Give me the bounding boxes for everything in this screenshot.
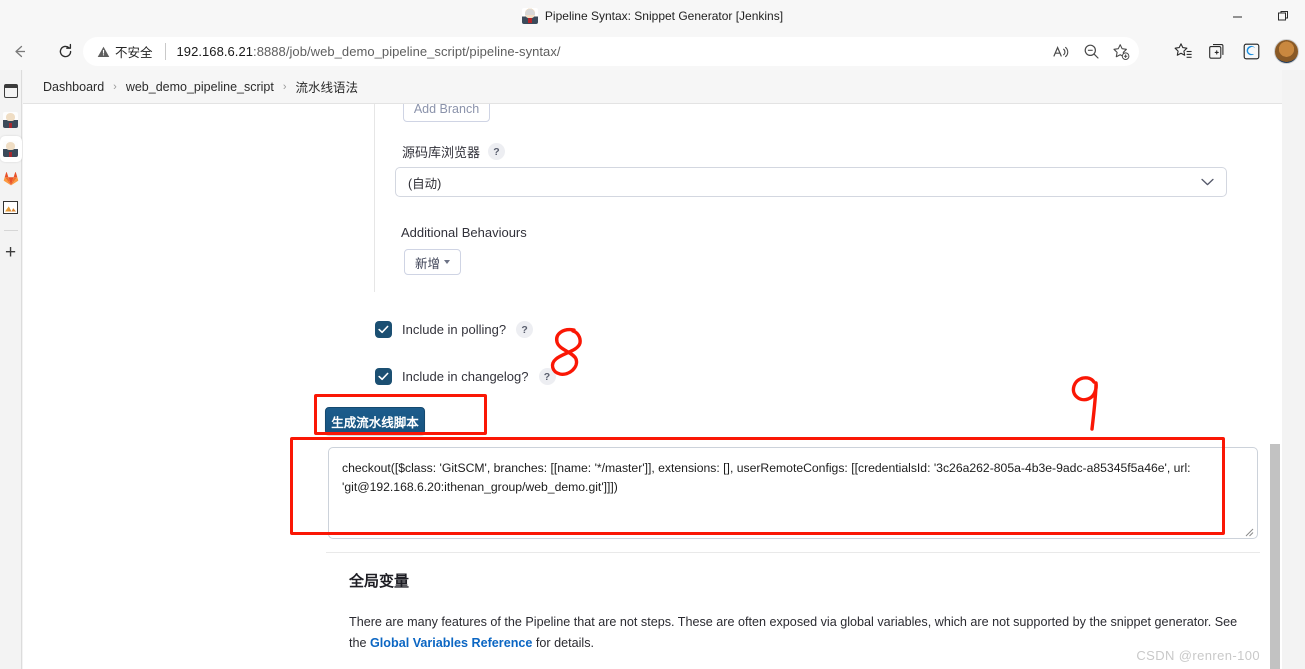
- refresh-button[interactable]: [50, 36, 80, 66]
- repo-browser-value: (自动): [408, 176, 442, 191]
- add-favorite-icon[interactable]: [1107, 39, 1135, 64]
- url-text: 192.168.6.21:8888/job/web_demo_pipeline_…: [177, 44, 561, 59]
- add-behaviour-label: 新增: [414, 256, 440, 271]
- include-in-polling-label: Include in polling?: [402, 322, 507, 337]
- repo-browser-select[interactable]: (自动): [395, 167, 1227, 197]
- restore-button[interactable]: [1260, 0, 1305, 32]
- add-tab-button[interactable]: +: [2, 243, 20, 262]
- url-host: 192.168.6.21: [176, 44, 254, 59]
- include-in-polling-checkbox[interactable]: [375, 321, 392, 338]
- window-title-group: Pipeline Syntax: Snippet Generator [Jenk…: [521, 8, 784, 24]
- chevron-down-icon: [1201, 175, 1214, 189]
- panel-icon[interactable]: [2, 82, 20, 100]
- browser-essentials-icon[interactable]: [1235, 36, 1267, 66]
- paragraph-part-2: for details.: [532, 636, 595, 651]
- browser-window: Pipeline Syntax: Snippet Generator [Jenk…: [0, 0, 1305, 669]
- image-icon[interactable]: [2, 198, 20, 216]
- annotation-marker-9: [1065, 372, 1109, 439]
- help-icon[interactable]: ?: [488, 143, 506, 160]
- breadcrumb-item-job[interactable]: web_demo_pipeline_script: [126, 80, 274, 94]
- url-path: :8888/job/web_demo_pipeline_script/pipel…: [253, 44, 561, 59]
- page-content: Add Branch 源码库浏览器 ? (自动) Additional Beha…: [23, 104, 1282, 669]
- help-icon[interactable]: ?: [516, 321, 534, 338]
- global-variables-link-1[interactable]: Global Variables: [370, 636, 468, 650]
- annotation-box-script-output: [290, 437, 1225, 535]
- address-bar[interactable]: 不安全 192.168.6.21:8888/job/web_demo_pipel…: [83, 37, 1139, 66]
- global-variables-heading: 全局变量: [349, 573, 410, 590]
- caret-down-icon: [444, 260, 450, 264]
- watermark: CSDN @renren-100: [1136, 648, 1260, 663]
- read-aloud-icon[interactable]: [1047, 39, 1075, 64]
- global-variables-paragraph: There are many features of the Pipeline …: [349, 612, 1254, 655]
- zoom-out-icon[interactable]: [1077, 39, 1105, 64]
- annotation-marker-8: [543, 326, 591, 385]
- additional-behaviours-label: Additional Behaviours: [401, 225, 527, 240]
- include-in-changelog-label: Include in changelog?: [402, 369, 529, 384]
- section-divider: [326, 552, 1260, 553]
- window-controls: [1215, 0, 1305, 32]
- omnibox-divider: [164, 43, 166, 60]
- security-warning[interactable]: 不安全: [97, 42, 153, 61]
- include-in-changelog-checkbox[interactable]: [375, 368, 392, 385]
- page-scrollbar-track[interactable]: [1267, 104, 1282, 669]
- title-bar: Pipeline Syntax: Snippet Generator [Jenk…: [0, 0, 1305, 32]
- breadcrumb-separator: ›: [282, 80, 287, 93]
- favorites-icon[interactable]: [1167, 36, 1199, 66]
- profile-avatar[interactable]: [1274, 38, 1299, 64]
- sidebar-divider: [3, 230, 18, 231]
- back-button[interactable]: [4, 36, 34, 66]
- breadcrumb-item-pipeline-syntax[interactable]: 流水线语法: [296, 77, 359, 96]
- jenkins-icon-2[interactable]: [0, 136, 22, 162]
- add-branch-button[interactable]: Add Branch: [403, 104, 490, 122]
- page-title: Pipeline Syntax: Snippet Generator [Jenk…: [544, 9, 784, 23]
- security-warning-text: 不安全: [115, 46, 153, 60]
- global-variables-link-2[interactable]: Reference: [472, 636, 533, 650]
- page-scrollbar-thumb[interactable]: [1270, 444, 1280, 669]
- include-in-changelog-row[interactable]: Include in changelog? ?: [375, 368, 556, 385]
- minimize-button[interactable]: [1215, 0, 1260, 32]
- jenkins-icon-1[interactable]: [2, 111, 20, 129]
- form-group-rule: [374, 104, 375, 292]
- add-behaviour-button[interactable]: 新增: [404, 249, 461, 275]
- breadcrumb: Dashboard › web_demo_pipeline_script › 流…: [23, 70, 1282, 104]
- repo-browser-label-group: 源码库浏览器 ?: [402, 142, 506, 161]
- gitlab-icon[interactable]: [2, 169, 20, 187]
- resize-handle[interactable]: [1243, 524, 1254, 537]
- breadcrumb-separator: ›: [113, 80, 117, 93]
- breadcrumb-item-dashboard[interactable]: Dashboard: [43, 80, 104, 94]
- browser-toolbar: 不安全 192.168.6.21:8888/job/web_demo_pipel…: [0, 32, 1305, 70]
- repo-browser-label: 源码库浏览器: [402, 145, 481, 160]
- toolbar-right-actions: [1167, 36, 1299, 66]
- vertical-tab-strip: +: [0, 70, 22, 669]
- jenkins-butler-favicon: [521, 8, 538, 24]
- include-in-polling-row[interactable]: Include in polling? ?: [375, 321, 534, 338]
- annotation-box-generate-button: [314, 394, 487, 435]
- omnibox-actions: [1047, 39, 1135, 64]
- warning-triangle-icon: [97, 46, 110, 58]
- collections-icon[interactable]: [1201, 36, 1233, 66]
